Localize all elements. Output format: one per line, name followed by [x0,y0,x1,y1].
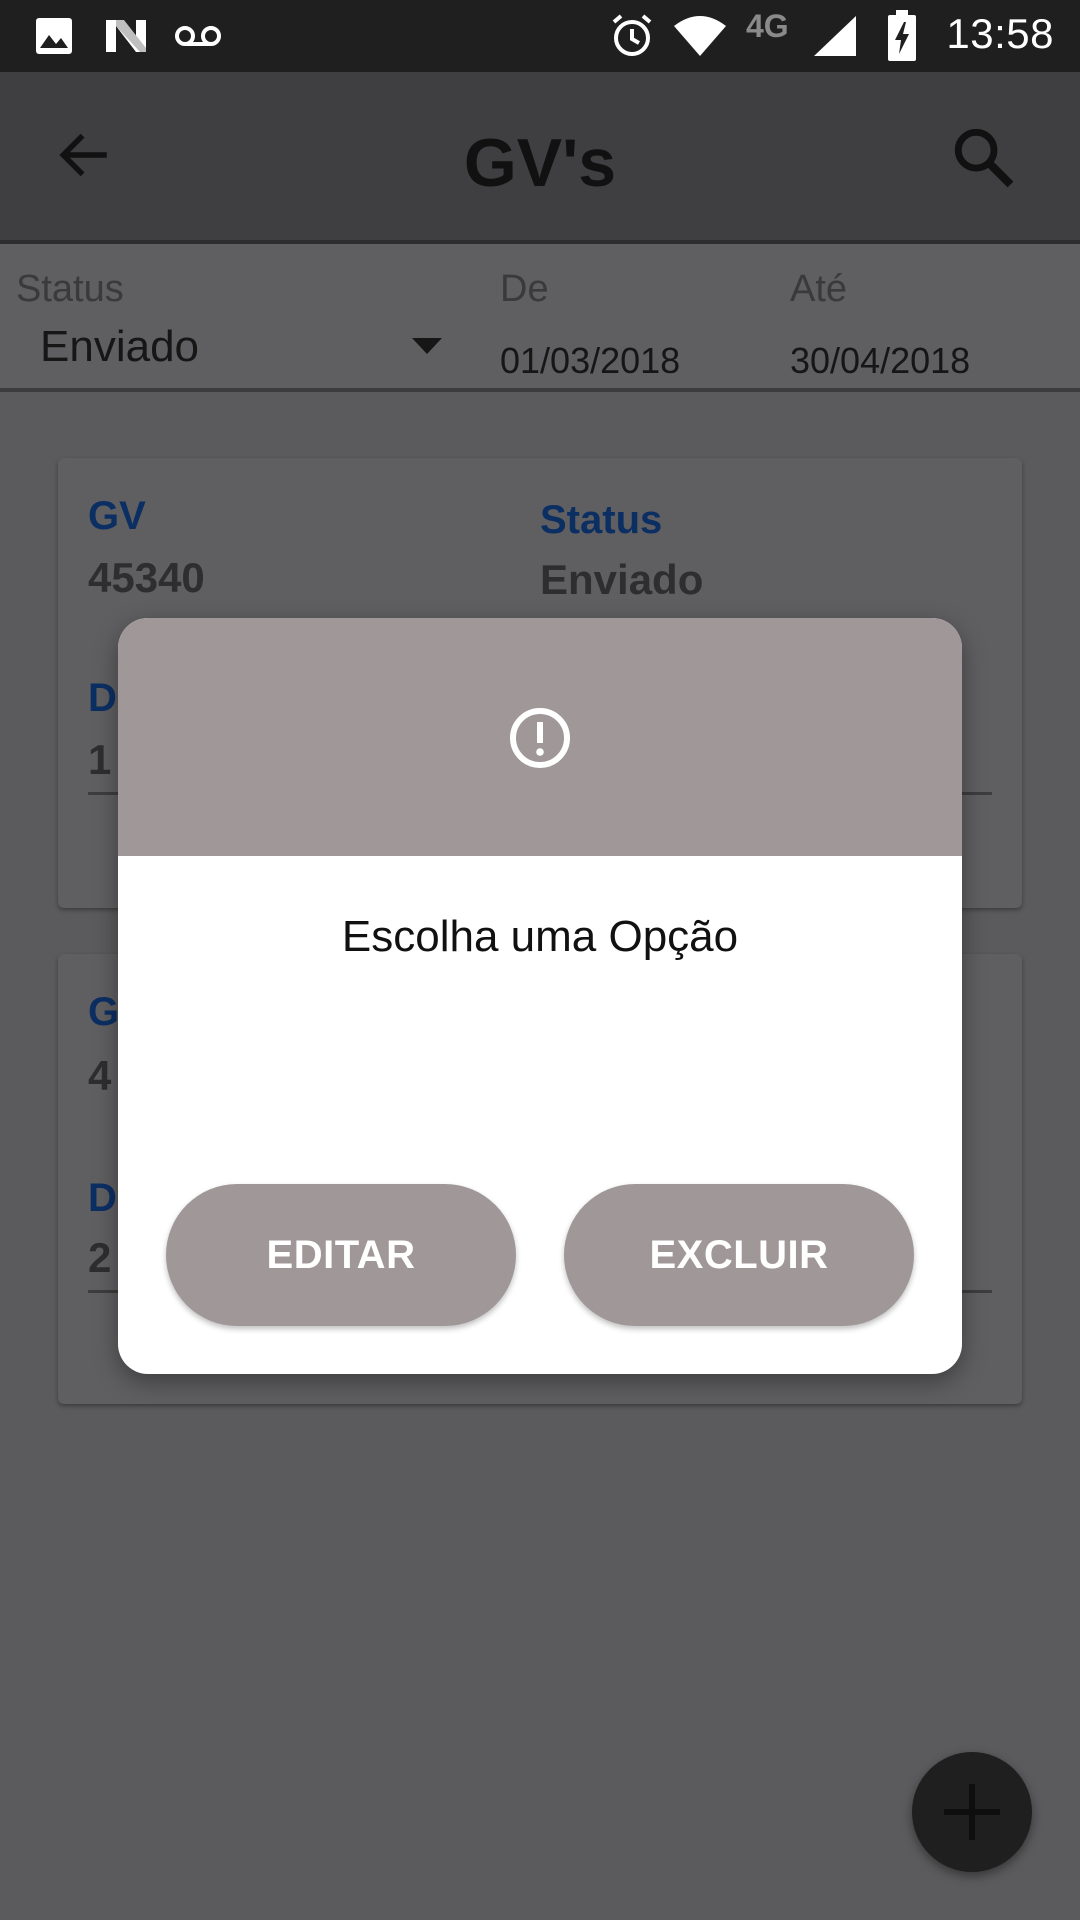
alarm-icon [612,14,652,56]
date-label: D [88,676,117,720]
status-bar: 4G 13:58 [0,0,1080,72]
clock: 13:58 [946,10,1054,57]
chevron-down-icon [412,338,442,354]
gv-value: 4 [88,1052,112,1099]
alert-circle-icon [510,708,570,768]
gv-value: 45340 [88,554,205,601]
dialog-message: Escolha uma Opção [341,912,739,961]
add-button[interactable] [912,1752,1032,1872]
gv-label: G [88,990,120,1034]
delete-button[interactable]: EXCLUIR [564,1184,914,1326]
dialog-header [118,618,962,856]
wifi-icon [674,16,726,56]
plus-icon [944,1784,1000,1840]
edit-button[interactable]: EDITAR [166,1184,516,1326]
page-title: GV's [463,125,617,201]
date-value: 2 [88,1234,112,1281]
status-value: Enviado [540,556,704,603]
options-dialog: Escolha uma Opção EDITAR EXCLUIR [118,618,962,1374]
search-icon[interactable] [950,124,1016,190]
battery-charging-icon [888,10,916,61]
date-label: D [88,1176,117,1220]
filter-bar: Status Enviado De 01/03/2018 Até 30/04/2… [0,244,1080,392]
status-label: Status [540,498,663,542]
status-dropdown[interactable]: Enviado [16,320,456,376]
from-date-input[interactable]: 01/03/2018 [500,340,680,382]
network-type-label: 4G [746,8,789,44]
app-bar: GV's [0,72,1080,244]
status-filter-label: Status [16,268,124,310]
status-dropdown-value: Enviado [40,322,200,371]
to-date-input[interactable]: 30/04/2018 [790,340,970,382]
voicemail-icon [175,26,221,46]
image-icon [36,18,72,54]
date-value: 1 [88,736,112,783]
gv-label: GV [88,494,146,538]
to-date-label: Até [790,268,848,310]
n-icon [106,20,146,52]
signal-icon [814,16,856,56]
filter-divider [0,388,1080,392]
from-date-label: De [500,268,549,310]
